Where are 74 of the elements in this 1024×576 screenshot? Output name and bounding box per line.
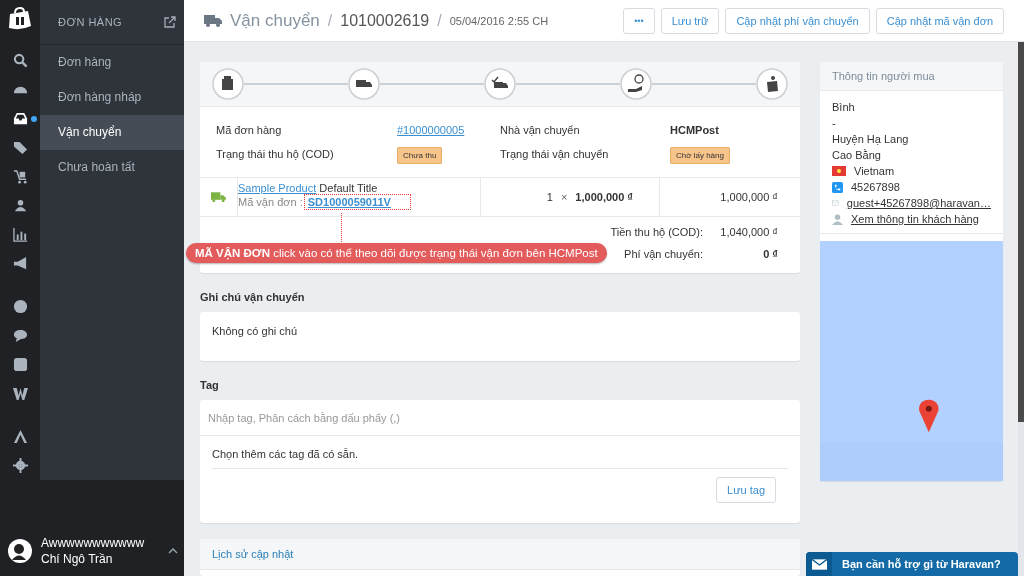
flag-icon bbox=[832, 166, 846, 176]
bar-chart-icon[interactable] bbox=[12, 227, 28, 242]
submenu-item[interactable]: Đơn hàng bbox=[40, 45, 184, 80]
tag-icon[interactable] bbox=[12, 140, 28, 155]
header-button[interactable]: Cập nhật phí vận chuyển bbox=[725, 7, 870, 34]
breadcrumb-separator: / bbox=[327, 11, 333, 30]
leader-line bbox=[341, 213, 342, 242]
phone-number: 45267898 bbox=[851, 180, 900, 195]
avatar-icon[interactable] bbox=[8, 539, 32, 563]
shipment-number: 1010002619 bbox=[340, 11, 430, 30]
submenu-item[interactable]: Đơn hàng nháp bbox=[40, 80, 184, 115]
tracking-label: Mã vận đơn : bbox=[238, 196, 303, 208]
breadcrumb-separator: / bbox=[437, 11, 442, 30]
total-value: 0 ₫ bbox=[762, 248, 778, 260]
status-badge: Chưa thu bbox=[397, 147, 443, 164]
megaphone-icon[interactable] bbox=[12, 256, 28, 271]
address-line: Bình bbox=[832, 100, 856, 115]
buyer-title: Thông tin người mua bbox=[832, 70, 935, 82]
truck-icon bbox=[204, 14, 222, 27]
search-icon[interactable] bbox=[12, 53, 28, 68]
tags-hint: Chọn thêm các tag đã có sẵn. bbox=[212, 448, 788, 469]
user-subtitle: Chí Ngô Trần bbox=[41, 552, 114, 566]
customer-link[interactable]: Xem thông tin khách hàng bbox=[851, 211, 979, 227]
quantity: 1 bbox=[546, 191, 553, 203]
cart-icon[interactable] bbox=[12, 169, 28, 184]
settings-icon[interactable] bbox=[12, 458, 28, 473]
unit-price: 1,000,000 ₫ bbox=[575, 191, 633, 203]
product-link[interactable]: Sample Product bbox=[238, 182, 317, 194]
more-button[interactable]: ••• bbox=[623, 7, 655, 34]
person-icon bbox=[832, 213, 843, 225]
phone-icon bbox=[832, 181, 843, 193]
section-title: Tag bbox=[200, 379, 220, 391]
external-link-icon[interactable] bbox=[164, 16, 176, 28]
field-label: Trạng thái vận chuyển bbox=[500, 148, 610, 160]
email-link[interactable]: guest+45267898@haravan… bbox=[846, 195, 991, 211]
support-chat-bar[interactable]: Bạn cần hỗ trợ gì từ Haravan? bbox=[806, 552, 1018, 576]
field-label: Mã đơn hàng bbox=[216, 124, 283, 136]
tracking-code-link[interactable]: SD1000059011V bbox=[305, 196, 409, 208]
address-line: Cao Bằng bbox=[832, 148, 882, 163]
field-label: Trạng thái thu hộ (COD) bbox=[216, 148, 335, 160]
country: Vietnam bbox=[854, 164, 895, 179]
line-total: 1,000,000 ₫ bbox=[720, 191, 778, 203]
notes-text: Không có ghi chú bbox=[212, 325, 297, 337]
chat-bubble-icon[interactable] bbox=[12, 328, 28, 343]
truck-icon bbox=[211, 192, 226, 202]
status-badge: Chờ lấy hàng bbox=[670, 147, 730, 164]
submenu-item[interactable]: Vận chuyển bbox=[40, 115, 184, 150]
header-button[interactable]: Cập nhật mã vận đơn bbox=[875, 7, 1004, 34]
save-tags-button[interactable]: Lưu tag bbox=[716, 477, 776, 503]
breadcrumb-link[interactable]: Vận chuyển bbox=[230, 10, 320, 31]
variant-title: Default Title bbox=[319, 182, 378, 194]
submenu-item[interactable]: Chưa hoàn tất bbox=[40, 150, 184, 185]
envelope-icon bbox=[811, 558, 827, 570]
history-title: Lịch sử cập nhật bbox=[212, 548, 294, 560]
order-link[interactable]: #1000000005 bbox=[397, 124, 465, 136]
envelope-icon bbox=[832, 198, 839, 208]
total-value: 1,040,000 ₫ bbox=[719, 226, 778, 238]
address-line: Huyện Hạ Lang bbox=[832, 132, 910, 147]
submenu-title: ĐƠN HÀNG bbox=[58, 16, 123, 28]
times-sign: × bbox=[560, 191, 568, 203]
field-label: Nhà vận chuyển bbox=[500, 124, 581, 136]
shipment-date: 05/04/2016 2:55 CH bbox=[449, 14, 549, 27]
total-label: Tiền thu hộ (COD): bbox=[610, 226, 703, 238]
address-line: - bbox=[832, 116, 837, 131]
chevron-up-icon[interactable] bbox=[168, 548, 178, 554]
carrier-name: HCMPost bbox=[670, 124, 719, 136]
total-label: Phí vận chuyển: bbox=[624, 248, 703, 260]
inbox-icon[interactable] bbox=[12, 111, 28, 126]
header-button[interactable]: Lưu trữ bbox=[660, 7, 720, 34]
tag-input-field[interactable]: Nhập tag, Phân cách bằng dấu phẩy (,) bbox=[200, 400, 800, 436]
section-title: Ghi chú vận chuyển bbox=[200, 291, 306, 303]
w-logo-icon[interactable] bbox=[12, 386, 28, 401]
annotation-callout: MÃ VẬN ĐƠN click vào có thể theo dõi được trạng thái vận đơn bên HCMPost bbox=[186, 243, 607, 263]
user-name: Awwwwwwwwwww bbox=[41, 536, 146, 550]
